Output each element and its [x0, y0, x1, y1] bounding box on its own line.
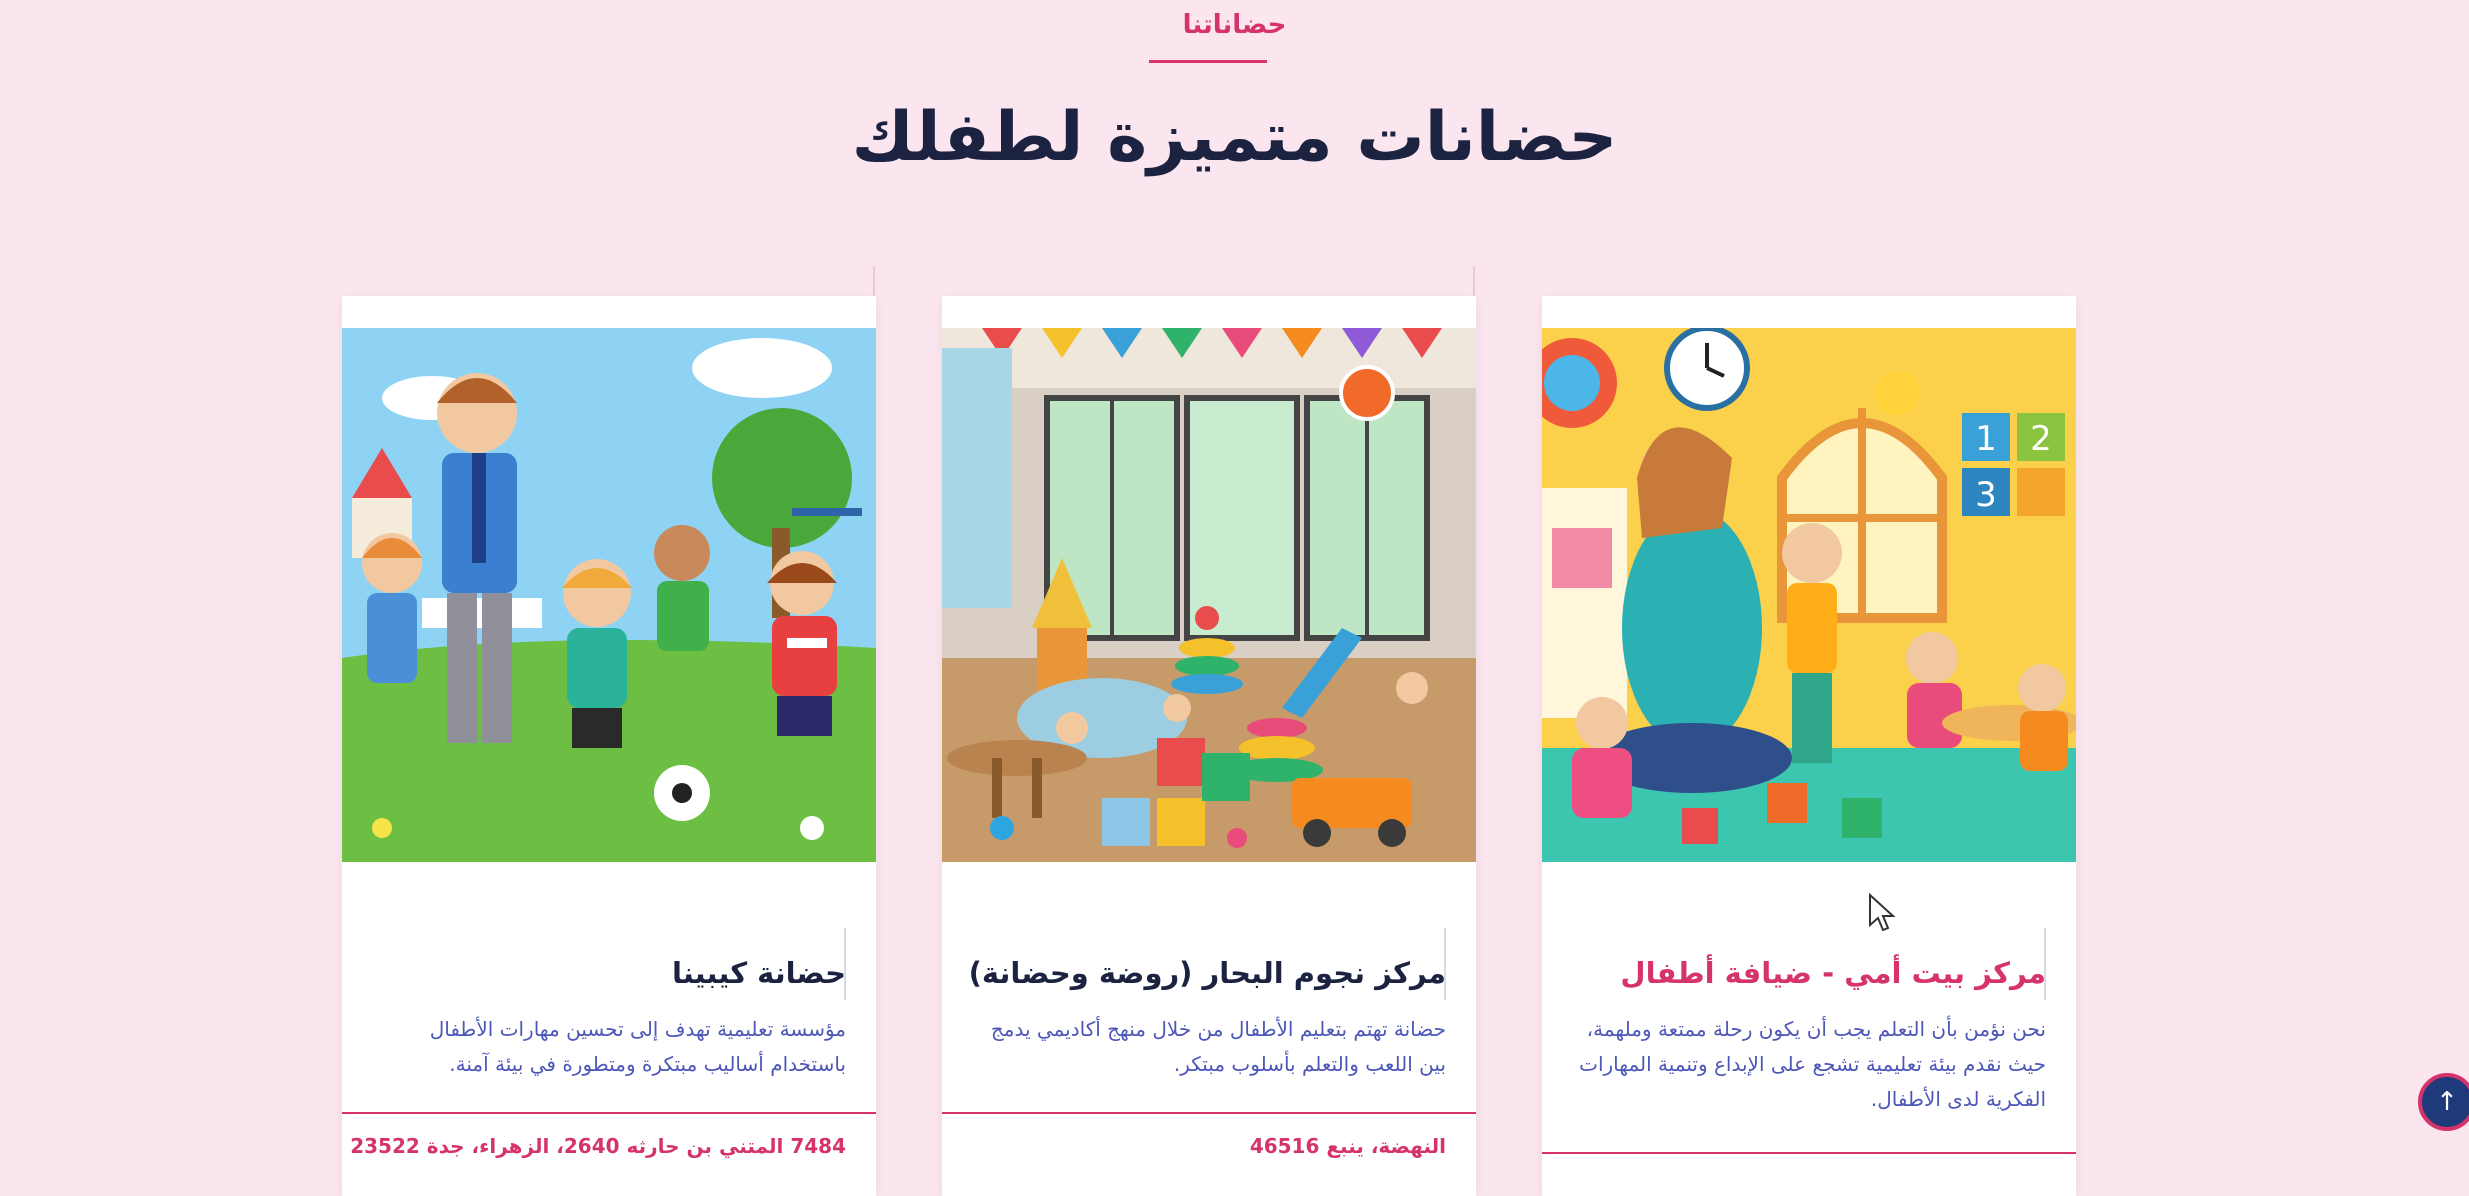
nursery-address: النهضة، ينبع 46516 — [1249, 1134, 1446, 1158]
nursery-title[interactable]: مركز نجوم البحار (روضة وحضانة) — [969, 956, 1446, 990]
nursery-card-beit-ommi[interactable]: 1 2 3 مركز بيت أمي - ضيافة أطفال نحن نؤم… — [1542, 296, 2076, 1196]
nursery-description: مؤسسة تعليمية تهدف إلى تحسين مهارات الأط… — [429, 1017, 846, 1076]
nursery-address: 7484 المتني بن حارثه 2640، الزهراء، جدة … — [350, 1134, 846, 1158]
card-divider — [942, 1112, 1476, 1114]
nursery-title[interactable]: حضانة كيبينا — [672, 956, 846, 990]
svg-text:2: 2 — [2030, 419, 2052, 459]
svg-text:1: 1 — [1975, 419, 1997, 459]
nursery-image: 1 2 3 — [1542, 328, 2076, 862]
mouse-cursor-icon — [1869, 893, 1896, 932]
card-divider — [1542, 1152, 2076, 1154]
nursery-card-nojoom-albihar[interactable]: مركز نجوم البحار (روضة وحضانة) حضانة تهت… — [942, 296, 1476, 1196]
section-eyebrow: حضاناتنا — [1182, 10, 1287, 40]
nursery-image — [342, 328, 876, 862]
nursery-description: حضانة تهتم بتعليم الأطفال من خلال منهج أ… — [990, 1017, 1446, 1076]
eyebrow-underline — [1149, 60, 1267, 63]
arrow-up-icon: ↑ — [2436, 1087, 2458, 1117]
card-divider — [342, 1112, 876, 1114]
nursery-title[interactable]: مركز بيت أمي - ضيافة أطفال — [1620, 956, 2046, 990]
nursery-description: نحن نؤمن بأن التعلم يجب أن يكون رحلة ممت… — [1579, 1017, 2046, 1111]
back-to-top-button[interactable]: ↑ — [2418, 1073, 2469, 1131]
column-separator — [873, 266, 875, 296]
nursery-card-kibina[interactable]: حضانة كيبينا مؤسسة تعليمية تهدف إلى تحسي… — [342, 296, 876, 1196]
column-separator — [1473, 266, 1475, 296]
svg-text:3: 3 — [1975, 475, 1997, 515]
nursery-image — [942, 328, 1476, 862]
section-title: حضانات متميزة لطفلك — [851, 98, 1618, 177]
